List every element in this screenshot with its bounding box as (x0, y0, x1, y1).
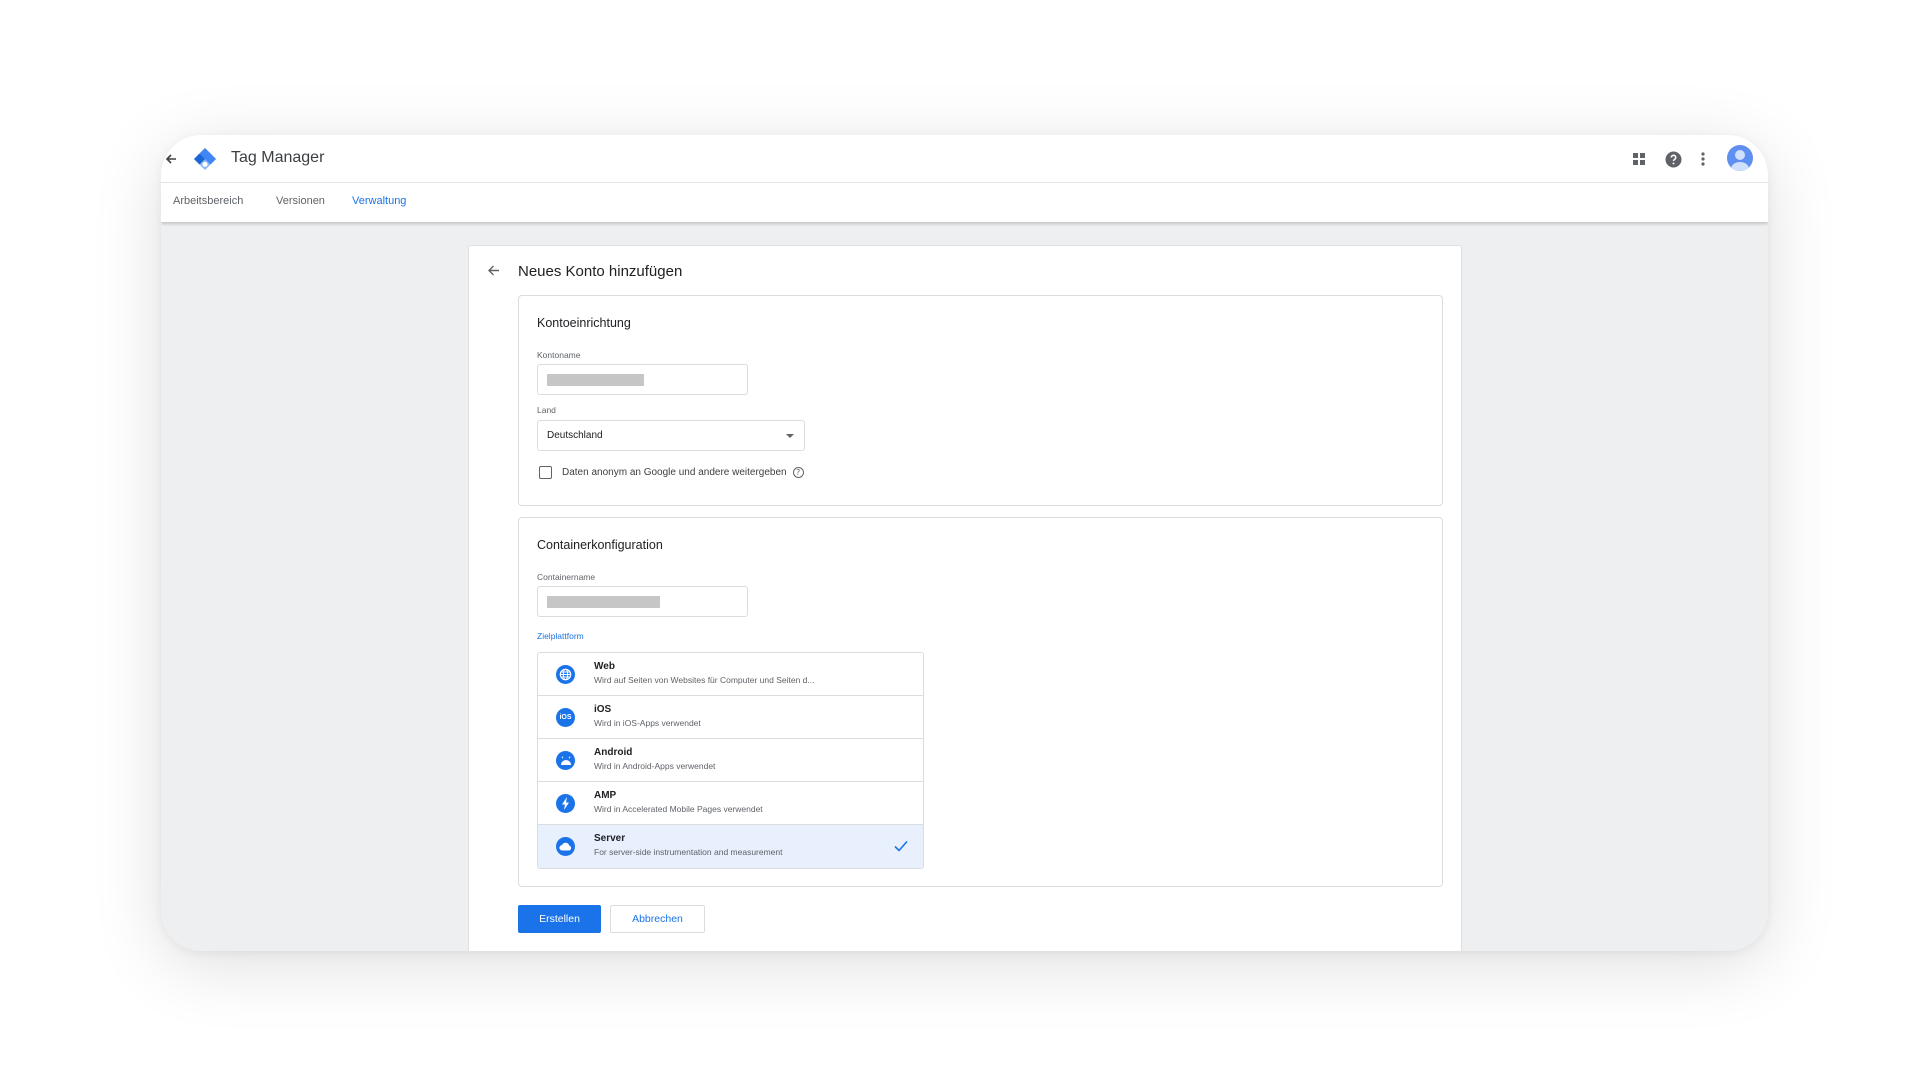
app-bar: Tag Manager (161, 135, 1768, 183)
platform-option-ios[interactable]: iOS iOS Wird in iOS-Apps verwendet (538, 696, 923, 739)
platform-description: Wird in Accelerated Mobile Pages verwend… (594, 804, 763, 814)
account-avatar[interactable] (1727, 145, 1753, 171)
apps-grid-icon[interactable] (1629, 149, 1649, 169)
platform-name: Web (594, 661, 615, 672)
cloud-icon (556, 837, 575, 856)
share-data-label: Daten anonym an Google und andere weiter… (562, 466, 787, 478)
platform-description: For server-side instrumentation and meas… (594, 847, 783, 857)
platform-list: Web Wird auf Seiten von Websites für Com… (537, 652, 924, 869)
platform-description: Wird in Android-Apps verwendet (594, 761, 716, 771)
tab-arbeitsbereich[interactable]: Arbeitsbereich (173, 195, 243, 207)
ios-icon: iOS (556, 708, 575, 727)
tab-verwaltung[interactable]: Verwaltung (352, 195, 406, 207)
section-title: Containerkonfiguration (537, 538, 663, 552)
container-name-label: Containername (537, 572, 596, 582)
platform-option-server[interactable]: Server For server-side instrumentation a… (538, 825, 923, 868)
android-icon (556, 751, 575, 770)
cancel-button[interactable]: Abbrechen (610, 905, 705, 933)
platform-name: Android (594, 747, 633, 758)
platform-description: Wird auf Seiten von Websites für Compute… (594, 675, 815, 685)
new-account-card: Neues Konto hinzufügen Kontoeinrichtung … (468, 245, 1462, 951)
container-name-input[interactable] (537, 586, 748, 617)
platform-description: Wird in iOS-Apps verwendet (594, 718, 701, 728)
platform-name: AMP (594, 790, 617, 801)
redacted-value (547, 374, 644, 386)
tag-manager-logo-icon (193, 147, 217, 171)
share-data-row: Daten anonym an Google und andere weiter… (539, 464, 804, 480)
country-label: Land (537, 405, 556, 415)
page-title: Neues Konto hinzufügen (518, 263, 683, 280)
nav-tabs: Arbeitsbereich Versionen Verwaltung (161, 183, 1768, 222)
help-circle-icon[interactable]: ? (792, 466, 804, 478)
tab-versionen[interactable]: Versionen (276, 195, 325, 207)
amp-bolt-icon (556, 794, 575, 813)
country-select[interactable]: Deutschland (537, 420, 805, 451)
container-setup-section: Containerkonfiguration Containername Zie… (518, 517, 1443, 887)
app-window: Tag Manager Arbeitsbereich Versionen Ver… (161, 135, 1768, 951)
account-name-label: Kontoname (537, 350, 581, 360)
platform-option-web[interactable]: Web Wird auf Seiten von Websites für Com… (538, 653, 923, 696)
create-button[interactable]: Erstellen (518, 905, 601, 933)
checkmark-icon (893, 839, 909, 853)
account-name-input[interactable] (537, 364, 748, 395)
country-value: Deutschland (547, 430, 603, 441)
more-vert-icon[interactable] (1693, 149, 1713, 169)
help-icon[interactable] (1663, 149, 1683, 169)
platform-option-android[interactable]: Android Wird in Android-Apps verwendet (538, 739, 923, 782)
account-setup-section: Kontoeinrichtung Kontoname Land Deutschl… (518, 295, 1443, 506)
platform-name: Server (594, 833, 626, 844)
back-arrow-icon[interactable] (161, 149, 181, 169)
redacted-value (547, 596, 660, 608)
back-arrow-icon[interactable] (485, 262, 501, 278)
globe-icon (556, 665, 575, 684)
platform-option-amp[interactable]: AMP Wird in Accelerated Mobile Pages ver… (538, 782, 923, 825)
share-data-checkbox[interactable] (539, 465, 552, 479)
section-title: Kontoeinrichtung (537, 316, 631, 330)
app-title: Tag Manager (231, 149, 325, 166)
platform-name: iOS (594, 704, 612, 715)
dropdown-caret-icon (786, 434, 794, 438)
target-platform-label: Zielplattform (537, 631, 584, 641)
